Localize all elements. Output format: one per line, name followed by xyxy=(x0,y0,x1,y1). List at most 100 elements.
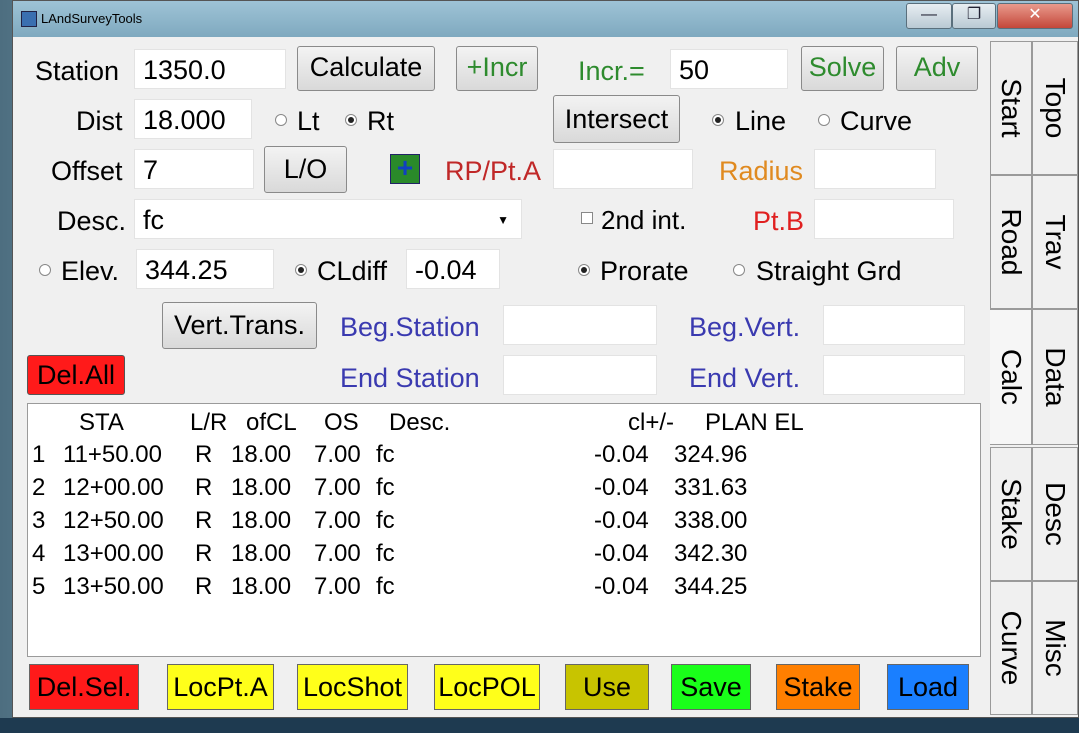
close-button[interactable]: ✕ xyxy=(997,3,1073,29)
row-side: R xyxy=(195,507,213,534)
lo-button[interactable]: L/O xyxy=(264,146,347,193)
tab-topo[interactable]: Topo xyxy=(1032,41,1078,175)
row-os: 7.00 xyxy=(314,540,361,567)
incr-input[interactable]: 50 xyxy=(670,49,788,89)
row-cl-diff: -0.04 xyxy=(594,441,649,468)
prorate-label: Prorate xyxy=(600,256,689,286)
minimize-button[interactable]: — xyxy=(906,3,952,29)
cldiff-label: CLdiff xyxy=(317,256,388,286)
tab-data[interactable]: Data xyxy=(1032,309,1078,445)
row-os: 7.00 xyxy=(314,573,361,600)
cldiff-input[interactable]: -0.04 xyxy=(406,249,500,289)
incr-button[interactable]: +Incr xyxy=(456,46,538,91)
line-radio[interactable] xyxy=(712,114,724,126)
row-plan-el: 331.63 xyxy=(674,474,748,501)
intersect-button[interactable]: Intersect xyxy=(553,95,680,143)
header-os: OS xyxy=(324,409,359,436)
results-list[interactable]: STA L/R ofCL OS Desc. cl+/- PLAN EL 1 11+… xyxy=(27,403,981,657)
offset-input[interactable]: 7 xyxy=(134,149,254,189)
elev-radio[interactable] xyxy=(39,264,51,276)
row-station: 13+00.00 xyxy=(63,540,164,567)
offset-label: Offset xyxy=(51,156,123,186)
incr-label: Incr.= xyxy=(578,56,645,86)
row-station: 11+50.00 xyxy=(63,441,162,468)
row-index: 1 xyxy=(32,441,46,468)
desc-select[interactable]: fc ▼ xyxy=(134,199,522,239)
calculate-button[interactable]: Calculate xyxy=(297,46,435,91)
rt-radio[interactable] xyxy=(345,114,357,126)
row-os: 7.00 xyxy=(314,474,361,501)
tab-trav[interactable]: Trav xyxy=(1032,175,1078,309)
load-button[interactable]: Load xyxy=(887,664,969,710)
tab-calc[interactable]: Calc xyxy=(990,309,1032,445)
end-vert-input[interactable] xyxy=(823,355,965,395)
stake-button[interactable]: Stake xyxy=(776,664,860,710)
cldiff-radio[interactable] xyxy=(295,264,307,276)
row-side: R xyxy=(195,441,213,468)
maximize-button[interactable]: ❐ xyxy=(952,3,996,29)
row-desc: fc xyxy=(376,441,395,468)
tab-road[interactable]: Road xyxy=(990,175,1032,309)
restore-icon: ❐ xyxy=(966,6,982,23)
end-station-input[interactable] xyxy=(503,355,657,395)
second-int-checkbox[interactable] xyxy=(581,212,593,224)
pt-b-label: Pt.B xyxy=(753,206,805,236)
desc-selected-value: fc xyxy=(143,205,165,235)
locshot-button[interactable]: LocShot xyxy=(297,664,408,710)
prorate-radio[interactable] xyxy=(578,264,590,276)
beg-vert-input[interactable] xyxy=(823,305,965,345)
table-row[interactable]: 3 12+50.00 R 18.00 7.00 fc -0.04 338.00 xyxy=(28,506,978,538)
tab-calc-label: Calc xyxy=(995,348,1027,406)
tab-desc[interactable]: Desc xyxy=(1032,447,1078,581)
locpt-a-button[interactable]: LocPt.A xyxy=(167,664,274,710)
tab-stake[interactable]: Stake xyxy=(990,447,1032,581)
tab-start[interactable]: Start xyxy=(990,41,1032,175)
pt-b-input[interactable] xyxy=(814,199,954,239)
row-cl-diff: -0.04 xyxy=(594,573,649,600)
dropdown-arrow-icon: ▼ xyxy=(497,213,509,227)
save-button[interactable]: Save xyxy=(671,664,751,710)
title-bar[interactable]: LAndSurveyTools — ❐ ✕ xyxy=(13,1,1078,37)
tab-misc[interactable]: Misc xyxy=(1032,581,1078,715)
rp-pt-a-input[interactable] xyxy=(553,149,693,189)
table-row[interactable]: 1 11+50.00 R 18.00 7.00 fc -0.04 324.96 xyxy=(28,440,978,472)
row-plan-el: 338.00 xyxy=(674,507,748,534)
row-os: 7.00 xyxy=(314,441,361,468)
app-icon xyxy=(21,11,37,27)
row-index: 3 xyxy=(32,507,46,534)
table-row[interactable]: 2 12+00.00 R 18.00 7.00 fc -0.04 331.63 xyxy=(28,473,978,505)
straight-grd-radio[interactable] xyxy=(733,264,745,276)
tab-road-label: Road xyxy=(996,208,1027,276)
vert-trans-button[interactable]: Vert.Trans. xyxy=(162,302,317,349)
radius-input[interactable] xyxy=(814,149,936,189)
station-input[interactable]: 1350.0 xyxy=(134,49,286,89)
tab-topo-label: Topo xyxy=(1040,77,1071,139)
header-desc: Desc. xyxy=(389,409,451,436)
table-row[interactable]: 4 13+00.00 R 18.00 7.00 fc -0.04 342.30 xyxy=(28,539,978,571)
lt-radio[interactable] xyxy=(275,114,287,126)
tab-desc-label: Desc xyxy=(1040,482,1071,546)
tab-curve[interactable]: Curve xyxy=(990,581,1032,715)
curve-radio[interactable] xyxy=(818,114,830,126)
desc-label: Desc. xyxy=(57,206,127,236)
adv-button[interactable]: Adv xyxy=(896,46,978,91)
solve-button[interactable]: Solve xyxy=(801,46,884,91)
elev-input[interactable]: 344.25 xyxy=(136,249,274,289)
row-ofcl: 18.00 xyxy=(231,540,292,567)
use-button[interactable]: Use xyxy=(565,664,649,710)
del-all-button[interactable]: Del.All xyxy=(27,355,125,395)
end-vert-label: End Vert. xyxy=(689,363,801,393)
header-ofcl: ofCL xyxy=(246,409,297,436)
tab-trav-label: Trav xyxy=(1040,214,1071,270)
beg-vert-label: Beg.Vert. xyxy=(689,312,801,342)
beg-station-input[interactable] xyxy=(503,305,657,345)
del-sel-button[interactable]: Del.Sel. xyxy=(29,664,139,710)
header-plan-el: PLAN EL xyxy=(705,409,804,436)
add-point-button[interactable]: + xyxy=(390,154,420,184)
row-index: 4 xyxy=(32,540,46,567)
locpol-button[interactable]: LocPOL xyxy=(434,664,540,710)
row-desc: fc xyxy=(376,573,395,600)
dist-input[interactable]: 18.000 xyxy=(134,99,252,139)
table-row[interactable]: 5 13+50.00 R 18.00 7.00 fc -0.04 344.25 xyxy=(28,572,978,604)
row-ofcl: 18.00 xyxy=(231,573,292,600)
